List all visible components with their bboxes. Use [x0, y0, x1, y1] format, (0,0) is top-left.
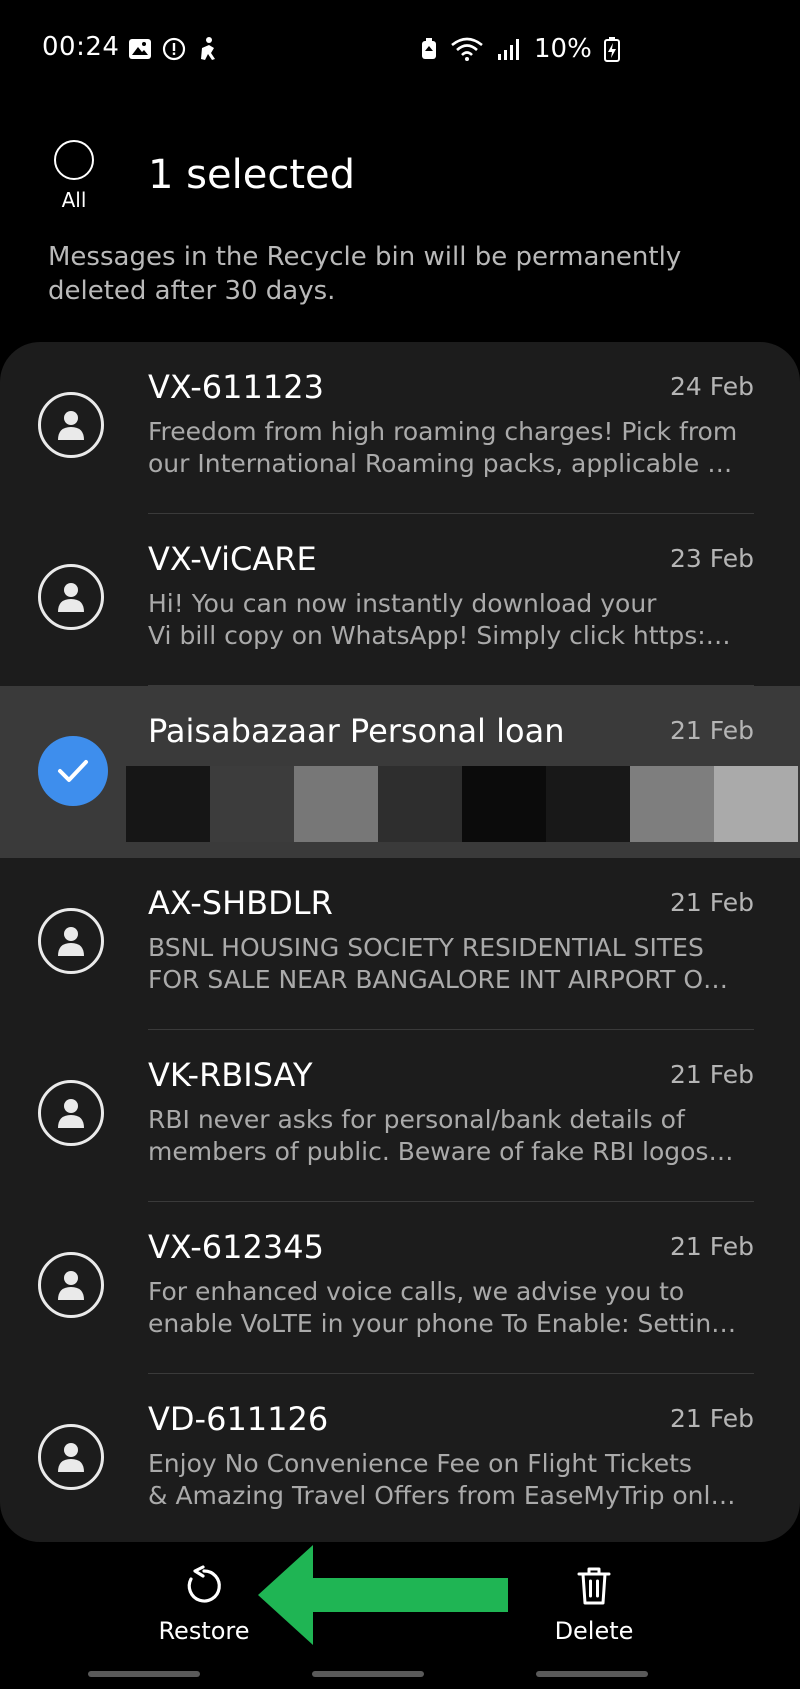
selection-header: All 1 selected: [0, 130, 800, 220]
nav-recents-button[interactable]: [88, 1671, 200, 1677]
message-sender: VK-RBISAY: [148, 1056, 313, 1094]
message-sender: Paisabazaar Personal loan: [148, 712, 565, 750]
system-navigation-bar: [0, 1671, 800, 1689]
message-preview: Hi! You can now instantly download your …: [148, 588, 738, 652]
page-title: 1 selected: [148, 152, 356, 198]
redacted-preview: [126, 766, 798, 842]
message-preview: For enhanced voice calls, we advise you …: [148, 1276, 738, 1340]
contact-avatar-icon[interactable]: [38, 564, 104, 630]
select-all-checkbox[interactable]: All: [48, 140, 100, 212]
message-date: 21 Feb: [669, 716, 754, 745]
message-date: 24 Feb: [669, 372, 754, 401]
list-item[interactable]: VX-612345 21 Feb For enhanced voice call…: [0, 1202, 800, 1374]
battery-charging-icon: [603, 37, 620, 62]
selected-check-icon[interactable]: [38, 736, 108, 806]
message-date: 23 Feb: [669, 544, 754, 573]
message-preview: RBI never asks for personal/bank details…: [148, 1104, 738, 1168]
delete-label: Delete: [554, 1617, 634, 1645]
list-item[interactable]: VD-611126 21 Feb Enjoy No Convenience Fe…: [0, 1374, 800, 1542]
annotation-arrow-icon: [258, 1545, 508, 1645]
status-bar: 00:24 10%: [0, 0, 800, 100]
delete-button[interactable]: Delete: [514, 1565, 674, 1645]
trash-icon: [577, 1567, 611, 1605]
message-sender: AX-SHBDLR: [148, 884, 333, 922]
preview-line: enable VoLTE in your phone To Enable: Se…: [148, 1309, 738, 1338]
nav-home-button[interactable]: [312, 1671, 424, 1677]
message-sender: VX-ViCARE: [148, 540, 317, 578]
preview-line: members of public. Beware of fake RBI lo…: [148, 1137, 738, 1166]
message-preview: Enjoy No Convenience Fee on Flight Ticke…: [148, 1448, 738, 1512]
contact-avatar-icon[interactable]: [38, 1424, 104, 1490]
recycle-bin-notice: Messages in the Recycle bin will be perm…: [48, 242, 682, 306]
preview-line: RBI never asks for personal/bank details…: [148, 1105, 685, 1134]
message-date: 21 Feb: [669, 1060, 754, 1089]
message-sender: VX-612345: [148, 1228, 324, 1266]
select-all-label: All: [61, 188, 87, 212]
preview-line: For enhanced voice calls, we advise you …: [148, 1277, 685, 1306]
preview-line: & Amazing Travel Offers from EaseMyTrip …: [148, 1481, 738, 1510]
message-date: 21 Feb: [669, 888, 754, 917]
select-all-circle-icon: [54, 140, 94, 180]
list-item[interactable]: VX-ViCARE 23 Feb Hi! You can now instant…: [0, 514, 800, 686]
contact-avatar-icon[interactable]: [38, 1080, 104, 1146]
list-item[interactable]: VK-RBISAY 21 Feb RBI never asks for pers…: [0, 1030, 800, 1202]
battery-percentage: 10%: [534, 34, 592, 64]
message-sender: VD-611126: [148, 1400, 329, 1438]
contact-avatar-icon[interactable]: [38, 908, 104, 974]
battery-saver-icon: [422, 38, 436, 59]
nav-back-button[interactable]: [536, 1671, 648, 1677]
list-item[interactable]: AX-SHBDLR 21 Feb BSNL HOUSING SOCIETY RE…: [0, 858, 800, 1030]
status-time: 00:24: [42, 32, 120, 62]
restore-icon: [187, 1565, 221, 1603]
preview-line: our International Roaming packs, applica…: [148, 449, 738, 478]
preview-line: BSNL HOUSING SOCIETY RESIDENTIAL SITES: [148, 933, 704, 962]
signal-icon: [498, 39, 519, 60]
preview-line: Freedom from high roaming charges! Pick …: [148, 417, 738, 446]
preview-line: Enjoy No Convenience Fee on Flight Ticke…: [148, 1449, 692, 1478]
accessibility-icon: [201, 37, 215, 60]
image-icon: [129, 39, 151, 59]
status-icons-left: [128, 36, 220, 62]
alert-icon: [162, 37, 186, 61]
preview-line: Hi! You can now instantly download your: [148, 589, 657, 618]
message-preview: Freedom from high roaming charges! Pick …: [148, 416, 738, 480]
bottom-action-bar: Restore Delete: [0, 1545, 800, 1689]
preview-line: FOR SALE NEAR BANGALORE INT AIRPORT ON..…: [148, 965, 738, 994]
list-item[interactable]: VX-611123 24 Feb Freedom from high roami…: [0, 342, 800, 514]
message-preview: BSNL HOUSING SOCIETY RESIDENTIAL SITES F…: [148, 932, 738, 996]
list-item-selected[interactable]: Paisabazaar Personal loan 21 Feb: [0, 686, 800, 858]
contact-avatar-icon[interactable]: [38, 1252, 104, 1318]
wifi-icon: [451, 37, 483, 61]
message-sender: VX-611123: [148, 368, 324, 406]
message-date: 21 Feb: [669, 1404, 754, 1433]
status-icons-right: 10%: [420, 34, 620, 64]
preview-line: Vi bill copy on WhatsApp! Simply click h…: [148, 621, 738, 650]
message-date: 21 Feb: [669, 1232, 754, 1261]
message-list[interactable]: VX-611123 24 Feb Freedom from high roami…: [0, 342, 800, 1542]
contact-avatar-icon[interactable]: [38, 392, 104, 458]
